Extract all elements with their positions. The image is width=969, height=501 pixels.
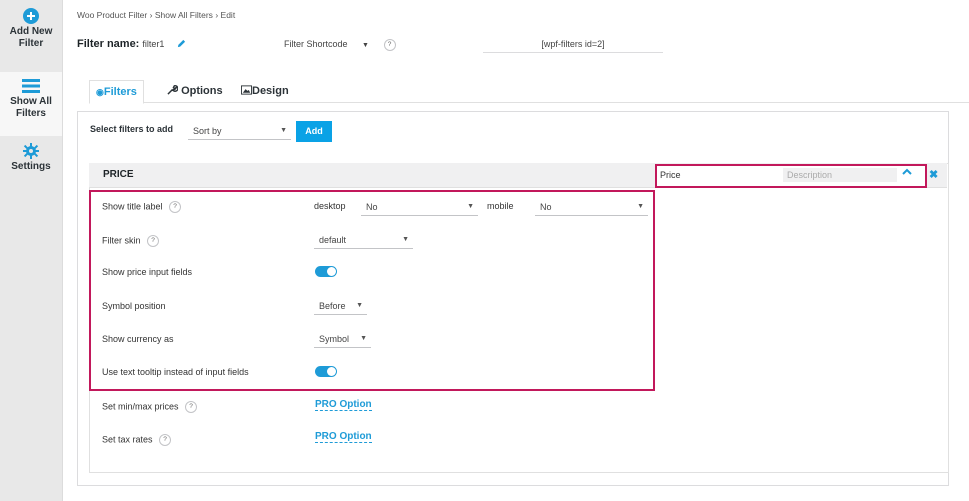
help-icon[interactable]: ? bbox=[185, 401, 198, 413]
pro-option-link-tax-rates[interactable]: PRO Option bbox=[315, 431, 372, 443]
breadcrumb-item: Edit bbox=[220, 10, 236, 20]
option-label-show-price-inputs: Show price input fields bbox=[102, 267, 193, 277]
help-icon[interactable]: ? bbox=[383, 38, 396, 51]
filter-type-select[interactable]: Sort by ▼ bbox=[188, 123, 291, 140]
gear-icon bbox=[23, 143, 39, 159]
option-label-filter-skin: Filter skin ? bbox=[102, 235, 160, 247]
chevron-down-icon: ▼ bbox=[360, 335, 367, 342]
desktop-title-select[interactable]: No ▼ bbox=[361, 199, 478, 216]
sidebar-item-settings[interactable]: Settings bbox=[0, 143, 62, 173]
tab-design[interactable]: Design bbox=[241, 80, 289, 102]
help-icon[interactable]: ? bbox=[169, 201, 182, 213]
add-button[interactable]: Add bbox=[296, 121, 332, 142]
tab-bar: ◉Filters Options Design bbox=[89, 80, 969, 104]
sidebar-item-show-all-filters[interactable]: Show All Filters bbox=[0, 72, 62, 136]
sidebar-item-label: Add New Filter bbox=[9, 26, 53, 49]
filter-name-value: filter1 bbox=[142, 39, 165, 49]
wrench-icon bbox=[167, 85, 179, 95]
filter-title: PRICE bbox=[103, 169, 134, 180]
image-icon bbox=[241, 85, 252, 95]
chevron-down-icon: ▼ bbox=[356, 302, 363, 309]
show-currency-select[interactable]: Symbol ▼ bbox=[314, 331, 371, 348]
shortcode-value[interactable]: [wpf-filters id=2] bbox=[483, 36, 663, 53]
description-input[interactable]: Description bbox=[783, 168, 897, 182]
tab-options[interactable]: Options bbox=[167, 80, 223, 102]
list-icon bbox=[22, 79, 40, 93]
chevron-up-icon[interactable] bbox=[901, 166, 913, 178]
option-label-text-tooltip: Use text tooltip instead of input fields bbox=[102, 367, 249, 377]
close-icon[interactable]: ✖ bbox=[929, 168, 938, 181]
help-icon[interactable]: ? bbox=[159, 434, 172, 446]
highlighted-options bbox=[89, 190, 655, 391]
sidebar-item-label: Show All Filters bbox=[10, 96, 52, 119]
option-label-show-title: Show title label ? bbox=[102, 201, 182, 213]
option-label-tax-rates: Set tax rates ? bbox=[102, 434, 172, 446]
pro-option-link-min-max[interactable]: PRO Option bbox=[315, 399, 372, 411]
sidebar: Add New Filter Show All Filters Settings bbox=[0, 0, 63, 501]
breadcrumb: Woo Product Filter › Show All Filters › … bbox=[77, 10, 235, 20]
chevron-down-icon: ▼ bbox=[467, 203, 474, 210]
mobile-label: mobile bbox=[487, 201, 514, 211]
eye-icon: ◉ bbox=[96, 87, 104, 97]
chevron-down-icon: ▼ bbox=[402, 236, 409, 243]
tab-filters[interactable]: ◉Filters bbox=[89, 80, 144, 104]
pencil-icon[interactable] bbox=[177, 39, 186, 48]
filter-title-input[interactable]: Price bbox=[660, 168, 772, 182]
sidebar-item-add-new-filter[interactable]: Add New Filter bbox=[0, 8, 62, 50]
select-filters-label: Select filters to add bbox=[90, 124, 174, 134]
filter-name-label: Filter name: filter1 bbox=[77, 38, 165, 50]
symbol-position-select[interactable]: Before ▼ bbox=[314, 298, 367, 315]
breadcrumb-separator: › bbox=[215, 10, 219, 20]
breadcrumb-item[interactable]: Show All Filters bbox=[155, 10, 213, 20]
text-tooltip-toggle[interactable] bbox=[315, 366, 337, 377]
chevron-down-icon: ▼ bbox=[362, 42, 369, 49]
breadcrumb-item[interactable]: Woo Product Filter bbox=[77, 10, 147, 20]
chevron-down-icon: ▼ bbox=[637, 203, 644, 210]
filter-skin-select[interactable]: default ▼ bbox=[314, 232, 413, 249]
option-label-show-currency: Show currency as bbox=[102, 334, 174, 344]
plus-circle-icon bbox=[23, 8, 39, 24]
shortcode-select[interactable]: Filter Shortcode ▼ ? bbox=[284, 36, 396, 52]
main-content: Woo Product Filter › Show All Filters › … bbox=[63, 0, 969, 501]
mobile-title-select[interactable]: No ▼ bbox=[535, 199, 648, 216]
chevron-down-icon: ▼ bbox=[280, 127, 287, 134]
sidebar-item-label: Settings bbox=[11, 161, 51, 172]
help-icon[interactable]: ? bbox=[147, 235, 160, 247]
option-label-min-max: Set min/max prices ? bbox=[102, 401, 198, 413]
option-label-symbol-position: Symbol position bbox=[102, 301, 166, 311]
desktop-label: desktop bbox=[314, 201, 346, 211]
breadcrumb-separator: › bbox=[149, 10, 153, 20]
show-price-inputs-toggle[interactable] bbox=[315, 266, 337, 277]
